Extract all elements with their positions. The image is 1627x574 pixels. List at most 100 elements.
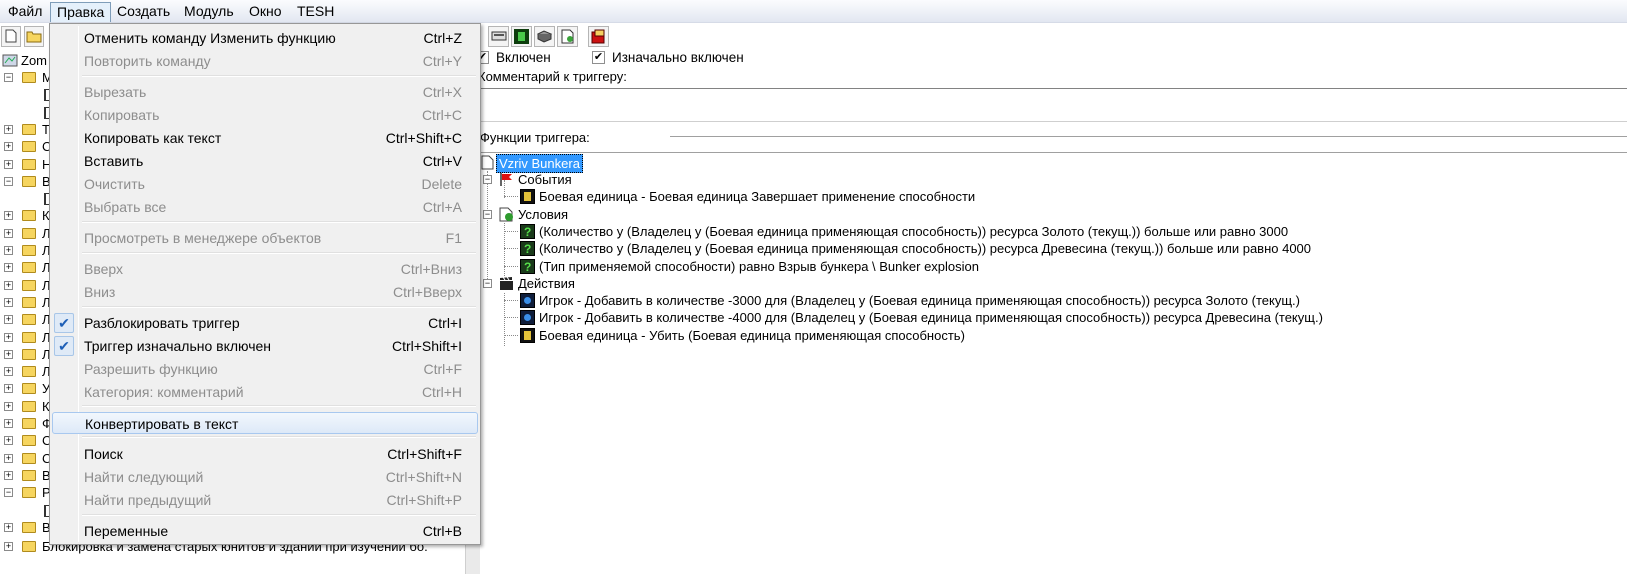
expand-icon[interactable]: + — [4, 263, 13, 273]
expand-icon[interactable]: + — [4, 159, 13, 169]
menu-item[interactable]: Конвертировать в текст — [52, 412, 478, 434]
collapse-icon[interactable]: − — [483, 210, 492, 219]
trigger-editor-pane: ✔ Включен ✔ Изначально включен Комментар… — [476, 48, 1627, 574]
trigger-functions-tree[interactable]: Vzriv Bunkera − События Боевая единица -… — [478, 152, 1627, 574]
expand-icon[interactable]: + — [4, 419, 13, 428]
menu-item[interactable]: ✔ Разблокировать триггер Ctrl+I — [52, 312, 478, 334]
menu-item[interactable]: Переменные Ctrl+B — [52, 520, 478, 542]
collapse-icon[interactable]: − — [483, 279, 492, 288]
menu-item-shortcut: Ctrl+F — [423, 361, 463, 377]
unit-icon — [520, 189, 535, 204]
menu-item[interactable]: Копировать как текст Ctrl+Shift+C — [52, 127, 478, 149]
action-item-label: Игрок - Добавить в количестве -3000 для … — [539, 293, 1300, 308]
menu-item[interactable]: Копировать Ctrl+C — [52, 104, 478, 126]
folder-icon — [22, 418, 36, 429]
expand-icon[interactable]: + — [4, 367, 13, 377]
expand-icon[interactable]: + — [4, 384, 13, 394]
menu-create[interactable]: Создать — [111, 2, 176, 22]
menu-item[interactable]: Разрешить функцию Ctrl+F — [52, 358, 478, 380]
menu-file[interactable]: Файл — [2, 2, 48, 22]
menu-item-shortcut: Ctrl+Вверх — [393, 284, 462, 300]
expand-icon[interactable]: + — [4, 315, 13, 325]
menu-item[interactable]: Вставить Ctrl+V — [52, 150, 478, 172]
expand-icon[interactable]: + — [4, 142, 13, 152]
document-icon[interactable] — [557, 26, 578, 47]
new-file-icon[interactable] — [1, 26, 21, 47]
menu-item-label: Разблокировать триггер — [84, 315, 240, 331]
menu-item-label: Вверх — [84, 261, 124, 277]
menu-module[interactable]: Модуль — [178, 2, 240, 22]
menu-item[interactable]: Найти предыдущий Ctrl+Shift+P — [52, 489, 478, 511]
menu-item-label: Категория: комментарий — [84, 384, 244, 400]
menu-item-label: Вырезать — [84, 84, 147, 100]
expand-icon[interactable]: + — [4, 470, 13, 480]
expand-icon[interactable]: + — [4, 436, 13, 446]
condition-icon — [520, 224, 535, 241]
menu-item[interactable]: Вниз Ctrl+Вверх — [52, 281, 478, 303]
expand-icon[interactable]: + — [4, 542, 13, 551]
trigger-document-icon — [481, 155, 494, 170]
open-folder-icon — [22, 175, 36, 187]
menu-item[interactable]: Выбрать все Ctrl+A — [52, 196, 478, 218]
menu-item-shortcut: Ctrl+Shift+N — [385, 469, 462, 485]
menu-item[interactable]: Вверх Ctrl+Вниз — [52, 258, 478, 280]
menu-item[interactable]: ✔ Триггер изначально включен Ctrl+Shift+I — [52, 335, 478, 357]
menu-item-label: Отменить команду Изменить функцию — [84, 30, 336, 46]
menu-item-shortcut: Ctrl+A — [422, 199, 462, 215]
menu-item-shortcut: Delete — [421, 176, 462, 192]
actions-label: Действия — [518, 276, 575, 291]
comment-label: Комментарий к триггеру: — [478, 69, 627, 84]
folder-icon — [22, 452, 36, 464]
collapse-icon[interactable]: − — [4, 176, 13, 186]
menu-item-shortcut: Ctrl+Z — [423, 30, 463, 46]
folder-icon — [22, 123, 36, 135]
expand-icon[interactable]: + — [4, 297, 13, 307]
red-flag-icon — [500, 173, 512, 186]
menu-separator — [82, 306, 476, 308]
expand-icon[interactable]: + — [4, 349, 13, 359]
menu-item[interactable]: Повторить команду Ctrl+Y — [52, 50, 478, 72]
expand-icon[interactable]: + — [4, 453, 13, 463]
expand-icon[interactable]: + — [4, 332, 13, 342]
expand-icon[interactable]: + — [4, 211, 13, 221]
expand-icon[interactable]: + — [4, 228, 13, 238]
expand-icon[interactable]: + — [4, 280, 13, 290]
clapperboard-icon — [500, 276, 513, 290]
menu-item-shortcut: Ctrl+X — [422, 84, 462, 100]
menu-item[interactable]: Отменить команду Изменить функцию Ctrl+Z — [52, 27, 478, 49]
menu-item[interactable]: Поиск Ctrl+Shift+F — [52, 443, 478, 465]
red-test-icon[interactable] — [588, 26, 609, 47]
expand-icon[interactable]: + — [4, 246, 13, 255]
comment-textbox[interactable] — [478, 88, 1627, 122]
menu-separator — [82, 75, 476, 77]
menu-item-shortcut: Ctrl+C — [421, 107, 462, 123]
menu-window[interactable]: Окно — [243, 2, 288, 22]
menu-item-label: Повторить команду — [84, 53, 211, 69]
green-unit-icon[interactable] — [511, 26, 532, 47]
menu-item-shortcut: Ctrl+Shift+C — [385, 130, 462, 146]
menu-tesh[interactable]: TESH — [291, 2, 340, 22]
condition-icon — [520, 241, 535, 258]
collapse-icon[interactable]: − — [483, 175, 492, 184]
initially-on-checkbox[interactable]: ✔ — [592, 51, 605, 64]
menu-item[interactable]: Очистить Delete — [52, 173, 478, 195]
menu-item-label: Разрешить функцию — [84, 361, 218, 377]
menu-item[interactable]: Найти следующий Ctrl+Shift+N — [52, 466, 478, 488]
expand-icon[interactable]: + — [4, 401, 13, 411]
functions-header: Функции триггера: — [478, 130, 1627, 152]
folder-icon — [22, 521, 36, 533]
expand-icon[interactable]: + — [4, 124, 13, 134]
collapse-icon[interactable]: − — [4, 73, 13, 82]
menu-item[interactable]: Категория: комментарий Ctrl+H — [52, 381, 478, 403]
menu-item[interactable]: Вырезать Ctrl+X — [52, 81, 478, 103]
tree-root-label: Zom — [21, 53, 47, 68]
open-folder-icon[interactable] — [24, 26, 44, 47]
keyboard-icon[interactable] — [488, 26, 509, 47]
folder-icon — [22, 435, 36, 447]
menu-edit[interactable]: Правка — [50, 2, 112, 22]
menu-item[interactable]: Просмотреть в менеджере объектов F1 — [52, 227, 478, 249]
expand-icon[interactable]: + — [4, 522, 13, 532]
action-item-label: Игрок - Добавить в количестве -4000 для … — [539, 310, 1323, 326]
disk-icon[interactable] — [534, 26, 555, 47]
collapse-icon[interactable]: − — [4, 488, 13, 498]
